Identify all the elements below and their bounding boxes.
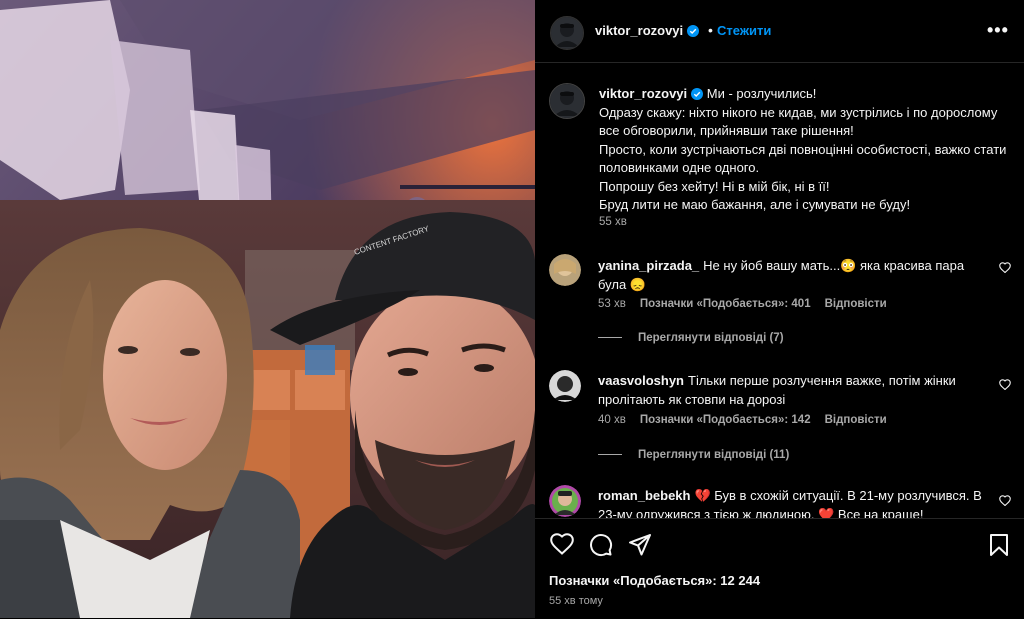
comment-time: 53 хв (598, 298, 626, 310)
more-icon[interactable]: ••• (987, 20, 1009, 41)
reply-button[interactable]: Відповісти (825, 298, 887, 310)
post-actions: Позначки «Подобається»: 12 244 55 хв том… (535, 518, 1024, 619)
comment-text: roman_bebekh 💔 Був в схожій ситуації. В 2… (598, 487, 988, 518)
bookmark-icon[interactable] (988, 533, 1010, 562)
comment-likes[interactable]: Позначки «Подобається»: 401 (640, 298, 811, 310)
post-likes-count[interactable]: Позначки «Подобається»: 12 244 (549, 573, 760, 588)
post-header: viktor_rozovyi • Стежити ••• (535, 0, 1024, 63)
author-username[interactable]: viktor_rozovyi (595, 23, 700, 38)
post-photo[interactable]: CONTENT FACTORY (0, 0, 535, 618)
heart-icon[interactable] (999, 262, 1011, 276)
comment-text: vaasvoloshyn Тільки перше розлучення важк… (598, 372, 988, 409)
view-replies-button[interactable]: Переглянути відповіді (11) (598, 449, 789, 461)
heart-icon[interactable] (999, 495, 1011, 509)
comment-meta: 40 хв Позначки «Подобається»: 142 Відповіс… (598, 414, 901, 426)
comment-time: 40 хв (598, 414, 626, 426)
post-side-panel: viktor_rozovyi • Стежити ••• viktor_rozo… (535, 0, 1024, 618)
author-avatar[interactable] (550, 16, 584, 50)
caption-line: Просто, коли зустрічаються дві повноцінн… (599, 141, 1007, 176)
share-icon[interactable] (628, 533, 652, 562)
replies-line (598, 454, 622, 456)
comment-username[interactable]: roman_bebekh (598, 488, 690, 503)
selfie-image: CONTENT FACTORY (0, 0, 535, 618)
comment-username[interactable]: yanina_pirzada_ (598, 258, 699, 273)
commenter-avatar[interactable] (549, 254, 581, 286)
caption-line: Одразу скажу: ніхто нікого не кидав, ми … (599, 104, 998, 139)
reply-button[interactable]: Відповісти (825, 414, 887, 426)
caption-line: Попрошу без хейту! Ні в мій бік, ні в її… (599, 178, 830, 194)
caption-timestamp: 55 хв (599, 216, 627, 228)
comment-text: yanina_pirzada_ Не ну йоб вашу мать...😳 я… (598, 257, 988, 294)
view-replies-button[interactable]: Переглянути відповіді (7) (598, 332, 784, 344)
comment-meta: 53 хв Позначки «Подобається»: 401 Відповіс… (598, 298, 901, 310)
caption-username[interactable]: viktor_rozovyi (599, 86, 687, 101)
caption-line: Ми - розлучились! (706, 86, 817, 101)
caption-line: Бруд лити не маю бажання, але і сумувати… (599, 197, 911, 212)
commenter-avatar[interactable] (549, 370, 581, 402)
follow-button[interactable]: Стежити (717, 23, 771, 38)
comment-username[interactable]: vaasvoloshyn (598, 373, 684, 388)
comments-scroll-area[interactable]: viktor_rozovyi Ми - розлучились! Одразу … (535, 63, 1024, 518)
comment-icon[interactable] (589, 533, 613, 562)
caption-author-avatar[interactable] (549, 83, 585, 119)
verified-icon (691, 88, 704, 100)
commenter-avatar[interactable] (549, 485, 581, 517)
post-time[interactable]: 55 хв тому (549, 595, 603, 607)
post-caption: viktor_rozovyi Ми - розлучились! Одразу … (599, 85, 1009, 215)
heart-icon[interactable] (999, 379, 1011, 393)
comment-likes[interactable]: Позначки «Подобається»: 142 (640, 414, 811, 426)
separator-dot: • (708, 22, 713, 38)
replies-line (598, 337, 622, 339)
verified-icon (687, 25, 700, 37)
heart-icon[interactable] (550, 533, 574, 560)
